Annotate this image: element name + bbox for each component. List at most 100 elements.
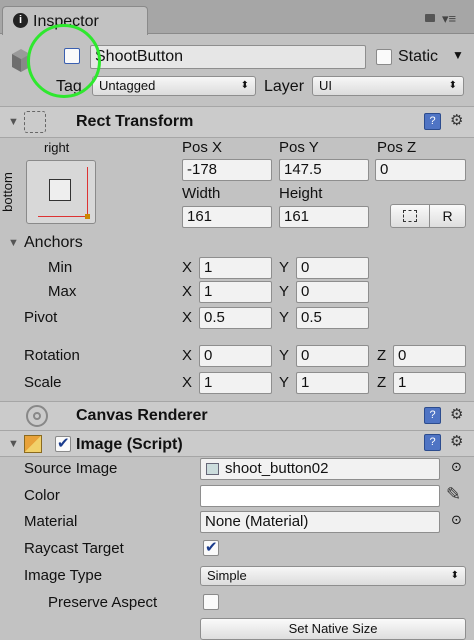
canvas-renderer-header[interactable] bbox=[0, 401, 474, 431]
menu-icon[interactable]: ▾≡ bbox=[442, 12, 456, 26]
anchors-label: Anchors bbox=[24, 234, 83, 251]
x-label: X bbox=[182, 374, 193, 391]
layer-value: UI bbox=[319, 78, 332, 93]
scale-x-field[interactable]: 1 bbox=[199, 372, 272, 394]
object-picker-icon[interactable]: ⊙ bbox=[451, 459, 462, 475]
info-icon: i bbox=[13, 13, 28, 28]
help-book-icon[interactable]: ? bbox=[424, 434, 441, 451]
z-label: Z bbox=[377, 374, 387, 391]
width-field[interactable]: 161 bbox=[182, 206, 272, 228]
image-type-label: Image Type bbox=[24, 567, 103, 584]
color-label: Color bbox=[24, 487, 60, 504]
pivot-label: Pivot bbox=[24, 309, 58, 326]
max-label: Max bbox=[48, 283, 77, 300]
source-image-value: shoot_button02 bbox=[225, 460, 329, 477]
rotation-z-field[interactable]: 0 bbox=[393, 345, 466, 367]
pos-x-field[interactable]: -178 bbox=[182, 159, 272, 181]
static-dropdown-arrow-icon[interactable]: ▼ bbox=[452, 48, 464, 62]
rect-transform-title: Rect Transform bbox=[76, 113, 194, 130]
rect-transform-header[interactable] bbox=[0, 106, 474, 138]
anchor-max-x-field[interactable]: 1 bbox=[199, 281, 272, 303]
anchor-v-label: bottom bbox=[0, 172, 15, 212]
gear-icon[interactable]: ⚙ bbox=[450, 112, 463, 129]
lock-icon[interactable] bbox=[425, 14, 435, 22]
eyedropper-icon[interactable]: ✎ bbox=[446, 484, 461, 505]
layer-dropdown[interactable]: UI ⬍ bbox=[312, 76, 464, 96]
help-book-icon[interactable]: ? bbox=[424, 113, 441, 130]
gear-icon[interactable]: ⚙ bbox=[450, 406, 463, 423]
anchor-preset-button[interactable] bbox=[26, 160, 96, 224]
object-picker-icon[interactable]: ⊙ bbox=[451, 512, 462, 528]
blueprint-icon bbox=[403, 210, 417, 222]
height-field[interactable]: 161 bbox=[279, 206, 369, 228]
dropdown-arrow-icon: ⬍ bbox=[448, 80, 457, 91]
sprite-icon bbox=[206, 463, 219, 475]
pivot-y-field[interactable]: 0.5 bbox=[296, 307, 369, 329]
scale-z-field[interactable]: 1 bbox=[393, 372, 466, 394]
check-icon: ✔ bbox=[205, 539, 218, 556]
check-icon: ✔ bbox=[57, 435, 70, 452]
height-label: Height bbox=[279, 185, 323, 202]
anchor-max-y-field[interactable]: 0 bbox=[296, 281, 369, 303]
width-label: Width bbox=[182, 185, 221, 202]
tag-dropdown[interactable]: Untagged ⬍ bbox=[92, 76, 256, 96]
object-name-input[interactable]: ShootButton bbox=[90, 45, 366, 69]
rotation-x-field[interactable]: 0 bbox=[199, 345, 272, 367]
min-label: Min bbox=[48, 259, 73, 276]
set-native-size-button[interactable]: Set Native Size bbox=[200, 618, 466, 640]
dropdown-arrow-icon: ⬍ bbox=[240, 80, 249, 91]
anchor-min-y-field[interactable]: 0 bbox=[296, 257, 369, 279]
y-label: Y bbox=[279, 259, 290, 276]
dropdown-arrow-icon: ⬍ bbox=[450, 570, 459, 581]
source-image-field[interactable]: shoot_button02 bbox=[200, 458, 440, 480]
y-label: Y bbox=[279, 347, 290, 364]
help-book-icon[interactable]: ? bbox=[424, 407, 441, 424]
x-label: X bbox=[182, 309, 193, 326]
foldout-arrow-icon[interactable]: ▼ bbox=[8, 116, 19, 128]
scale-label: Scale bbox=[24, 374, 62, 391]
gear-icon[interactable]: ⚙ bbox=[450, 433, 463, 450]
pos-y-field[interactable]: 147.5 bbox=[279, 159, 369, 181]
anchor-preset-square bbox=[49, 179, 71, 201]
image-component-icon bbox=[24, 435, 42, 453]
material-field[interactable]: None (Material) bbox=[200, 511, 440, 533]
highlight-circle bbox=[27, 24, 101, 98]
raycast-target-label: Raycast Target bbox=[24, 540, 124, 557]
raw-edit-button[interactable]: R bbox=[429, 204, 466, 228]
raycast-target-checkbox[interactable]: ✔ bbox=[203, 539, 219, 556]
blueprint-mode-button[interactable] bbox=[390, 204, 430, 228]
anchor-point bbox=[85, 214, 90, 219]
preserve-aspect-checkbox[interactable] bbox=[203, 594, 219, 610]
preserve-aspect-label: Preserve Aspect bbox=[48, 594, 158, 611]
image-type-dropdown[interactable]: Simple ⬍ bbox=[200, 566, 466, 586]
canvas-renderer-icon bbox=[26, 405, 48, 427]
x-label: X bbox=[182, 283, 193, 300]
pivot-x-field[interactable]: 0.5 bbox=[199, 307, 272, 329]
material-label: Material bbox=[24, 513, 78, 530]
static-label: Static bbox=[398, 48, 439, 65]
pos-z-label: Pos Z bbox=[377, 139, 417, 156]
image-script-title: Image (Script) bbox=[76, 436, 183, 453]
tag-value: Untagged bbox=[99, 78, 156, 93]
y-label: Y bbox=[279, 283, 290, 300]
image-enabled-checkbox[interactable]: ✔ bbox=[55, 435, 71, 452]
source-image-label: Source Image bbox=[24, 460, 118, 477]
static-checkbox[interactable] bbox=[376, 49, 392, 65]
y-label: Y bbox=[279, 374, 290, 391]
anchors-foldout-icon[interactable]: ▼ bbox=[8, 237, 19, 249]
scale-y-field[interactable]: 1 bbox=[296, 372, 369, 394]
anchor-min-x-field[interactable]: 1 bbox=[199, 257, 272, 279]
layer-label: Layer bbox=[264, 78, 305, 95]
color-swatch[interactable] bbox=[200, 485, 440, 507]
image-script-header[interactable] bbox=[0, 431, 474, 457]
pos-y-label: Pos Y bbox=[279, 139, 319, 156]
rotation-label: Rotation bbox=[24, 347, 80, 364]
rect-transform-icon bbox=[24, 111, 46, 133]
foldout-arrow-icon[interactable]: ▼ bbox=[8, 438, 19, 450]
pos-z-field[interactable]: 0 bbox=[375, 159, 466, 181]
x-label: X bbox=[182, 259, 193, 276]
y-label: Y bbox=[279, 309, 290, 326]
rotation-y-field[interactable]: 0 bbox=[296, 345, 369, 367]
z-label: Z bbox=[377, 347, 387, 364]
image-type-value: Simple bbox=[207, 568, 247, 583]
